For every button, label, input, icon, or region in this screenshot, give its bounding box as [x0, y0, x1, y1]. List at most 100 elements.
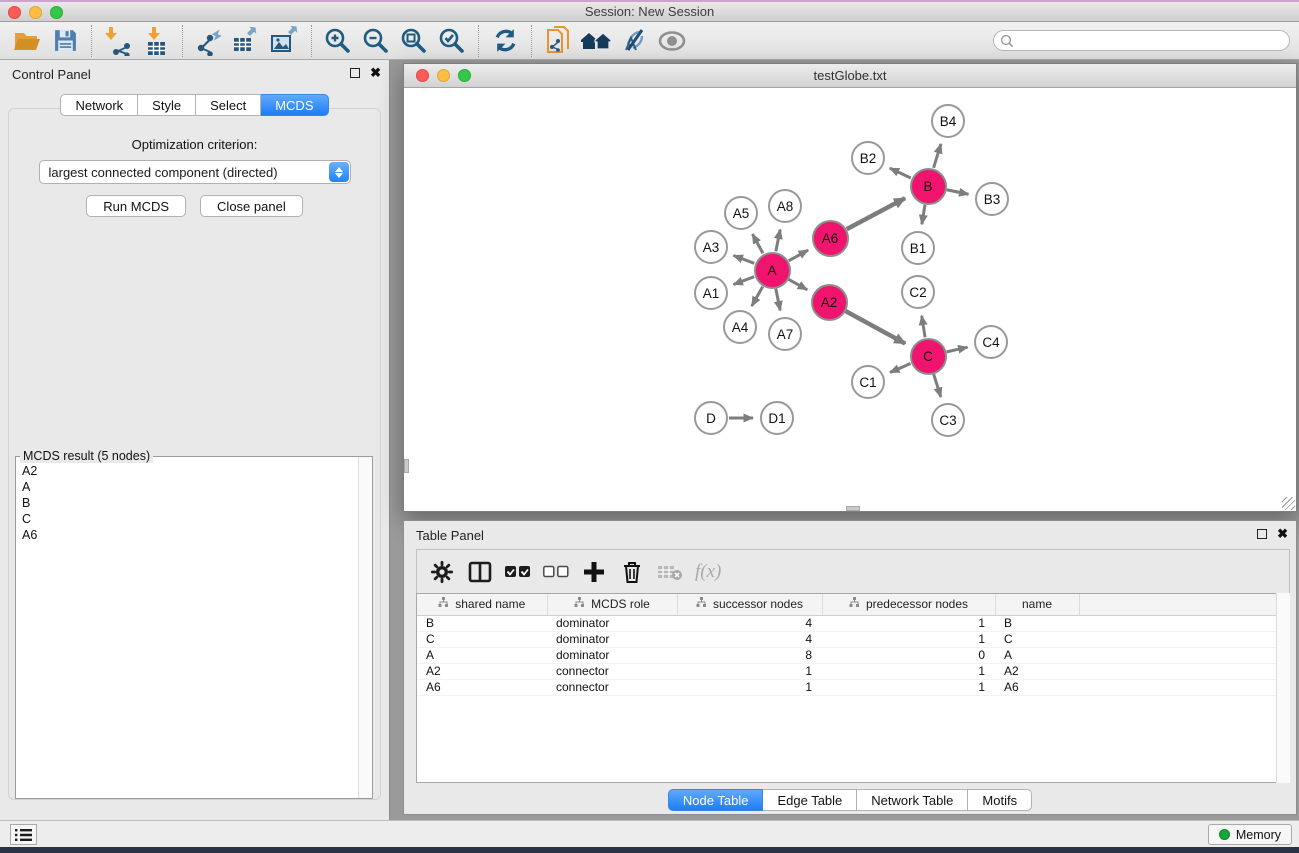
graph-node-A2[interactable]: A2 — [811, 284, 848, 321]
mcds-result-item[interactable]: A2 — [17, 463, 357, 479]
graph-node-D1[interactable]: D1 — [760, 401, 794, 435]
table-row[interactable]: A6connector11A6 — [417, 679, 1289, 695]
toolbar-separator — [531, 25, 532, 57]
graph-node-C2[interactable]: C2 — [901, 275, 935, 309]
tab-motifs[interactable]: Motifs — [968, 789, 1032, 811]
graph-node-B2[interactable]: B2 — [851, 141, 885, 175]
graph-node-C[interactable]: C — [910, 338, 947, 375]
zoom-selected-icon[interactable] — [433, 24, 471, 58]
tab-mcds[interactable]: MCDS — [261, 94, 328, 116]
resize-grip-icon[interactable] — [1282, 497, 1295, 510]
zoom-out-icon[interactable] — [357, 24, 395, 58]
zoom-in-icon[interactable] — [319, 24, 357, 58]
table-options-gear-icon[interactable] — [425, 556, 459, 588]
close-table-panel-icon[interactable]: ✖ — [1277, 529, 1288, 539]
search-input[interactable] — [993, 30, 1290, 51]
tab-network[interactable]: Network — [60, 94, 138, 116]
show-columns-icon[interactable] — [463, 556, 497, 588]
desktop-strip — [0, 847, 1299, 853]
column-header-predecessor-nodes[interactable]: predecessor nodes — [822, 594, 995, 615]
graph-node-B1[interactable]: B1 — [901, 231, 935, 265]
memory-button[interactable]: Memory — [1208, 824, 1292, 845]
tab-select[interactable]: Select — [196, 94, 261, 116]
task-history-button[interactable] — [10, 824, 37, 845]
graph-node-B4[interactable]: B4 — [931, 104, 965, 138]
network-canvas[interactable]: A A1 A2 A3 A4 A5 A6 A7 A8 B B1 B2 B3 B4 C C1 C2 C3 C4 D D1 — [404, 88, 1296, 511]
close-panel-button[interactable]: Close panel — [200, 195, 303, 217]
toolbar-separator — [311, 25, 312, 57]
column-header-name[interactable]: name — [995, 594, 1079, 615]
graph-node-C4[interactable]: C4 — [974, 325, 1008, 359]
mcds-result-item[interactable]: A6 — [17, 527, 357, 543]
tab-style[interactable]: Style — [138, 94, 196, 116]
toolbar-separator — [182, 25, 183, 57]
node-table[interactable]: shared nameMCDS rolesuccessor nodesprede… — [416, 593, 1290, 783]
table-row[interactable]: Cdominator41C — [417, 631, 1289, 647]
table-row[interactable]: Bdominator41B — [417, 615, 1289, 631]
graph-node-D[interactable]: D — [694, 401, 728, 435]
export-image-icon[interactable] — [266, 24, 304, 58]
graph-node-A3[interactable]: A3 — [694, 230, 728, 264]
run-mcds-button[interactable]: Run MCDS — [86, 195, 186, 217]
mcds-result-item[interactable]: A — [17, 479, 357, 495]
graph-node-A6[interactable]: A6 — [812, 220, 849, 257]
main-titlebar: Session: New Session — [0, 0, 1299, 22]
node-table-header-row: shared nameMCDS rolesuccessor nodesprede… — [417, 594, 1289, 615]
graph-node-C1[interactable]: C1 — [851, 365, 885, 399]
graph-node-B[interactable]: B — [910, 168, 947, 205]
table-row[interactable]: Adominator80A — [417, 647, 1289, 663]
control-panel: Control Panel ✖ Network Style Select MCD… — [0, 60, 390, 820]
graph-node-A4[interactable]: A4 — [723, 310, 757, 344]
graph-node-A1[interactable]: A1 — [694, 276, 728, 310]
home-view-icon[interactable] — [577, 24, 615, 58]
column-header-mcds-role[interactable]: MCDS role — [547, 594, 677, 615]
criterion-dropdown[interactable]: largest connected component (directed) — [39, 160, 351, 184]
show-graphics-details-icon[interactable] — [653, 24, 691, 58]
mcds-result-item[interactable]: C — [17, 511, 357, 527]
create-column-icon[interactable] — [577, 556, 611, 588]
canvas-vertical-scroll-thumb[interactable] — [404, 459, 409, 473]
toolbar-separator — [91, 25, 92, 57]
network-window-title: testGlobe.txt — [404, 68, 1296, 83]
table-panel: Table Panel ✖ — [403, 520, 1297, 815]
float-panel-icon[interactable] — [350, 68, 360, 78]
column-header-successor-nodes[interactable]: successor nodes — [677, 594, 822, 615]
export-network-icon[interactable] — [190, 24, 228, 58]
canvas-horizontal-scroll-thumb[interactable] — [846, 506, 860, 511]
network-window-titlebar[interactable]: testGlobe.txt — [404, 64, 1296, 88]
graph-node-A8[interactable]: A8 — [768, 189, 802, 223]
save-session-icon[interactable] — [46, 24, 84, 58]
tab-edge-table[interactable]: Edge Table — [763, 789, 857, 811]
import-network-icon[interactable] — [99, 24, 137, 58]
table-row[interactable]: A2connector11A2 — [417, 663, 1289, 679]
float-table-panel-icon[interactable] — [1257, 529, 1267, 539]
hierarchy-icon — [438, 597, 449, 611]
tab-network-table[interactable]: Network Table — [857, 789, 968, 811]
graph-node-A[interactable]: A — [754, 252, 791, 289]
mcds-result-list: A2ABCA6 — [17, 463, 357, 797]
tab-node-table[interactable]: Node Table — [668, 789, 764, 811]
graph-node-A5[interactable]: A5 — [724, 196, 758, 230]
close-panel-icon[interactable]: ✖ — [370, 68, 381, 78]
select-all-columns-icon[interactable] — [501, 556, 535, 588]
create-network-view-icon[interactable] — [539, 24, 577, 58]
hide-labels-icon[interactable] — [615, 24, 653, 58]
graph-node-A7[interactable]: A7 — [768, 317, 802, 351]
import-table-icon[interactable] — [137, 24, 175, 58]
export-table-icon[interactable] — [228, 24, 266, 58]
result-scrollbar[interactable] — [358, 457, 372, 798]
unselect-all-columns-icon[interactable] — [539, 556, 573, 588]
function-builder-button[interactable]: f(x) — [691, 561, 721, 583]
open-file-icon[interactable] — [8, 24, 46, 58]
delete-table-icon[interactable] — [653, 556, 687, 588]
memory-status-icon — [1219, 829, 1230, 840]
mcds-result-item[interactable]: B — [17, 495, 357, 511]
table-scrollbar[interactable] — [1276, 593, 1290, 783]
zoom-fit-icon[interactable] — [395, 24, 433, 58]
delete-column-icon[interactable] — [615, 556, 649, 588]
graph-node-C3[interactable]: C3 — [931, 403, 965, 437]
criterion-value: largest connected component (directed) — [49, 165, 278, 180]
refresh-view-icon[interactable] — [486, 24, 524, 58]
graph-node-B3[interactable]: B3 — [975, 182, 1009, 216]
column-header-shared-name[interactable]: shared name — [417, 594, 547, 615]
